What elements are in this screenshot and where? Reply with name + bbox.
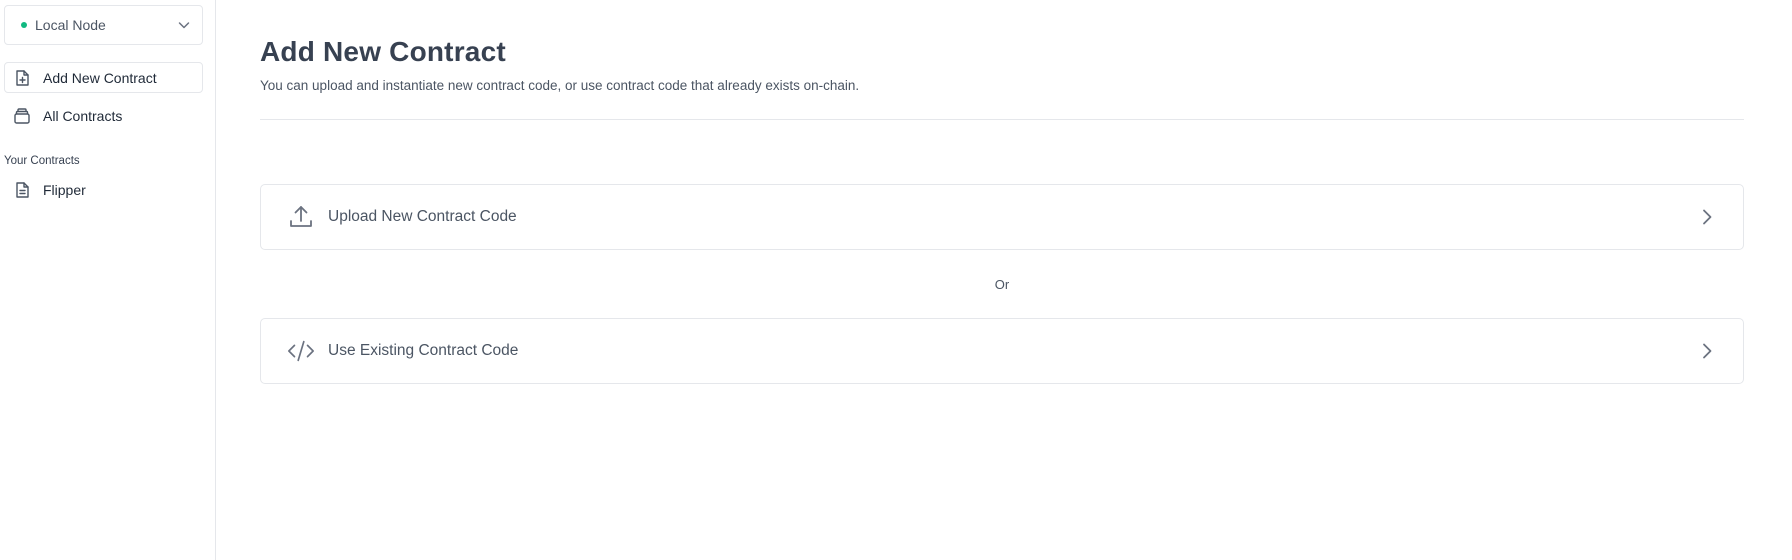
upload-new-contract-code-option[interactable]: Upload New Contract Code — [260, 184, 1744, 250]
chevron-right-icon — [1697, 341, 1717, 361]
your-contracts-list: Flipper — [4, 174, 203, 205]
sidebar-item-all-contracts[interactable]: All Contracts — [4, 100, 203, 131]
sidebar-item-label: Add New Contract — [43, 69, 157, 86]
sidebar-item-add-new-contract[interactable]: Add New Contract — [4, 62, 203, 93]
option-label: Use Existing Contract Code — [328, 342, 519, 359]
sidebar-item-flipper[interactable]: Flipper — [4, 174, 203, 205]
page-subtitle: You can upload and instantiate new contr… — [260, 78, 860, 93]
option-label: Upload New Contract Code — [328, 208, 517, 225]
connection-status-dot — [21, 22, 27, 28]
node-selector-label: Local Node — [35, 17, 106, 33]
use-existing-contract-code-option[interactable]: Use Existing Contract Code — [260, 318, 1744, 384]
chevron-right-icon — [1697, 207, 1717, 227]
node-selector[interactable]: Local Node — [4, 5, 203, 45]
sidebar-item-label: All Contracts — [43, 107, 123, 124]
chevron-down-icon[interactable] — [176, 17, 192, 33]
document-icon — [13, 181, 31, 199]
main-content: Add New Contract You can upload and inst… — [216, 0, 1792, 560]
or-separator: Or — [994, 276, 1010, 292]
divider — [260, 119, 1744, 120]
code-icon — [287, 337, 315, 365]
upload-icon — [287, 203, 315, 231]
stack-icon — [13, 107, 31, 125]
file-plus-icon — [13, 69, 31, 87]
your-contracts-heading: Your Contracts — [4, 155, 80, 167]
page-title: Add New Contract — [260, 36, 506, 67]
app-root: Local Node Add New Contract All Contract… — [0, 0, 1792, 560]
sidebar: Local Node Add New Contract All Contract… — [0, 0, 216, 560]
sidebar-nav: Add New Contract All Contracts — [4, 62, 203, 131]
sidebar-item-label: Flipper — [43, 181, 86, 198]
